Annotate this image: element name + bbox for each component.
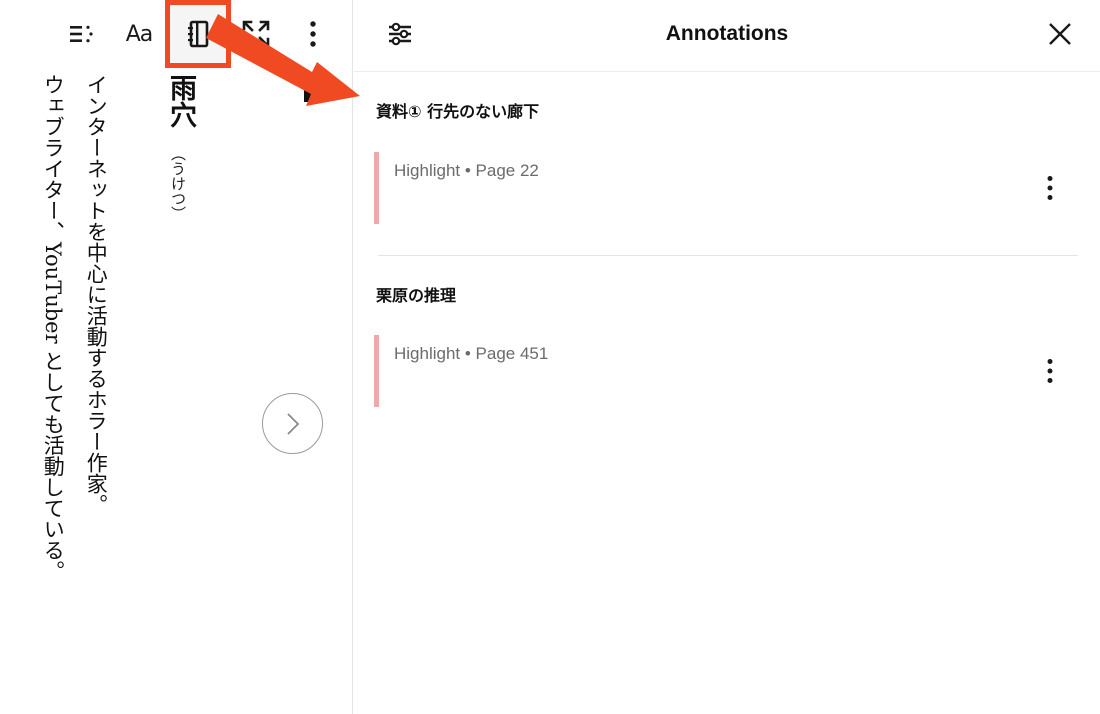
annotations-panel: Annotations 資料① 行先のない廊下 Highlight • Page… <box>354 0 1100 714</box>
chapter-heading: 栗原の推理 <box>376 286 457 305</box>
close-icon <box>1049 23 1071 45</box>
annotation-meta: Highlight • Page 22 <box>394 161 539 180</box>
author-name: 雨穴 <box>165 74 196 128</box>
more-vertical-icon <box>1047 359 1053 383</box>
annotation-item[interactable]: Highlight • Page 451 <box>374 335 1080 407</box>
divider <box>378 255 1078 256</box>
more-vertical-icon <box>310 21 316 47</box>
annotation-more-button[interactable] <box>1036 172 1064 204</box>
bio-line-2: ウェブライター、YouTuber としても活動している。 <box>41 74 66 582</box>
highlight-color-bar <box>374 335 379 407</box>
more-vertical-icon <box>1047 176 1053 200</box>
table-of-contents-button[interactable] <box>62 16 102 52</box>
bio-line-1: インターネットを中心に活動するホラー作家。 <box>84 74 109 515</box>
panel-header: Annotations <box>354 0 1100 72</box>
annotation-more-button[interactable] <box>1036 355 1064 387</box>
more-options-button[interactable] <box>293 16 333 52</box>
table-of-contents-icon <box>70 25 93 43</box>
clipped-text-fragment <box>304 80 314 102</box>
author-reading: （うけつ） <box>169 146 187 221</box>
close-button[interactable] <box>1042 16 1078 52</box>
annotation-meta: Highlight • Page 451 <box>394 344 549 363</box>
highlight-color-bar <box>374 152 379 224</box>
fullscreen-button[interactable] <box>236 16 276 52</box>
reader-pane: Aa 雨穴 （うけつ） インターネットを中心に活動するホラー作家。 ウェブライタ… <box>0 0 353 714</box>
font-settings-button[interactable]: Aa <box>119 16 159 52</box>
panel-title: Annotations <box>665 22 789 45</box>
chapter-heading: 資料① 行先のない廊下 <box>376 102 540 121</box>
annotation-item[interactable]: Highlight • Page 22 <box>374 152 1080 224</box>
callout-highlight-box <box>165 0 231 68</box>
chevron-right-icon <box>286 412 299 435</box>
next-page-button[interactable] <box>262 393 323 454</box>
fullscreen-icon <box>242 20 270 48</box>
